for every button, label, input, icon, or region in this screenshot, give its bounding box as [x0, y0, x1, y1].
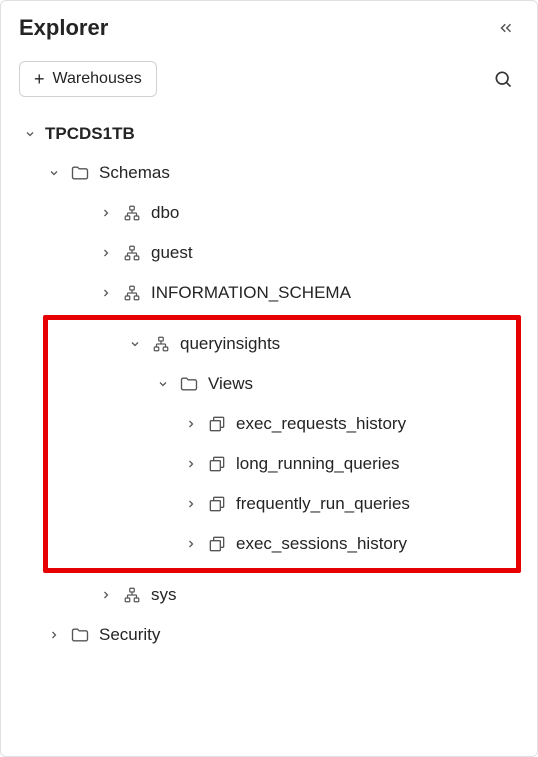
- schema-queryinsights-label: queryinsights: [180, 334, 280, 354]
- explorer-header: Explorer: [1, 1, 537, 47]
- chevron-right-icon: [99, 287, 113, 299]
- explorer-toolbar: + Warehouses: [1, 47, 537, 107]
- security-label: Security: [99, 625, 160, 645]
- schema-icon: [150, 333, 172, 355]
- chevron-right-icon: [184, 538, 198, 550]
- folder-icon: [69, 162, 91, 184]
- tree-node-schema-sys[interactable]: sys: [95, 575, 529, 615]
- views-label: Views: [208, 374, 253, 394]
- chevron-down-icon: [23, 128, 37, 140]
- tree-node-view-exec-requests-history[interactable]: exec_requests_history: [180, 404, 516, 444]
- schema-dbo-label: dbo: [151, 203, 179, 223]
- tree-node-views[interactable]: Views: [152, 364, 516, 404]
- chevron-right-icon: [99, 589, 113, 601]
- tree-node-database[interactable]: TPCDS1TB: [19, 115, 529, 153]
- tree-node-security[interactable]: Security: [43, 615, 529, 655]
- schema-icon: [121, 202, 143, 224]
- add-button-label: Warehouses: [53, 70, 142, 88]
- chevron-right-icon: [99, 247, 113, 259]
- explorer-tree: TPCDS1TB Schemas dbo: [1, 107, 537, 663]
- schema-icon: [121, 242, 143, 264]
- chevron-right-icon: [184, 458, 198, 470]
- view-icon: [206, 493, 228, 515]
- schema-information-schema-label: INFORMATION_SCHEMA: [151, 283, 351, 303]
- highlight-annotation: queryinsights Views: [43, 315, 521, 573]
- chevron-double-left-icon: [497, 19, 515, 37]
- chevron-right-icon: [47, 629, 61, 641]
- tree-node-view-frequently-run-queries[interactable]: frequently_run_queries: [180, 484, 516, 524]
- view-icon: [206, 533, 228, 555]
- schema-guest-label: guest: [151, 243, 193, 263]
- view-frequently-run-queries-label: frequently_run_queries: [236, 494, 410, 514]
- collapse-panel-button[interactable]: [493, 15, 519, 41]
- search-button[interactable]: [487, 63, 519, 95]
- search-icon: [493, 69, 513, 89]
- schema-icon: [121, 584, 143, 606]
- folder-icon: [178, 373, 200, 395]
- chevron-down-icon: [156, 378, 170, 390]
- chevron-right-icon: [184, 418, 198, 430]
- tree-node-schema-guest[interactable]: guest: [95, 233, 529, 273]
- tree-node-schemas[interactable]: Schemas: [43, 153, 529, 193]
- chevron-down-icon: [128, 338, 142, 350]
- chevron-right-icon: [184, 498, 198, 510]
- plus-icon: +: [34, 70, 45, 88]
- view-icon: [206, 413, 228, 435]
- view-long-running-queries-label: long_running_queries: [236, 454, 400, 474]
- add-warehouses-button[interactable]: + Warehouses: [19, 61, 157, 97]
- tree-node-view-long-running-queries[interactable]: long_running_queries: [180, 444, 516, 484]
- database-label: TPCDS1TB: [45, 124, 135, 144]
- schemas-label: Schemas: [99, 163, 170, 183]
- folder-icon: [69, 624, 91, 646]
- schema-sys-label: sys: [151, 585, 177, 605]
- chevron-right-icon: [99, 207, 113, 219]
- schema-icon: [121, 282, 143, 304]
- chevron-down-icon: [47, 167, 61, 179]
- explorer-title: Explorer: [19, 15, 108, 41]
- view-exec-requests-history-label: exec_requests_history: [236, 414, 406, 434]
- tree-node-view-exec-sessions-history[interactable]: exec_sessions_history: [180, 524, 516, 564]
- tree-node-schema-queryinsights[interactable]: queryinsights: [124, 324, 516, 364]
- view-exec-sessions-history-label: exec_sessions_history: [236, 534, 407, 554]
- tree-node-schema-information-schema[interactable]: INFORMATION_SCHEMA: [95, 273, 529, 313]
- view-icon: [206, 453, 228, 475]
- tree-node-schema-dbo[interactable]: dbo: [95, 193, 529, 233]
